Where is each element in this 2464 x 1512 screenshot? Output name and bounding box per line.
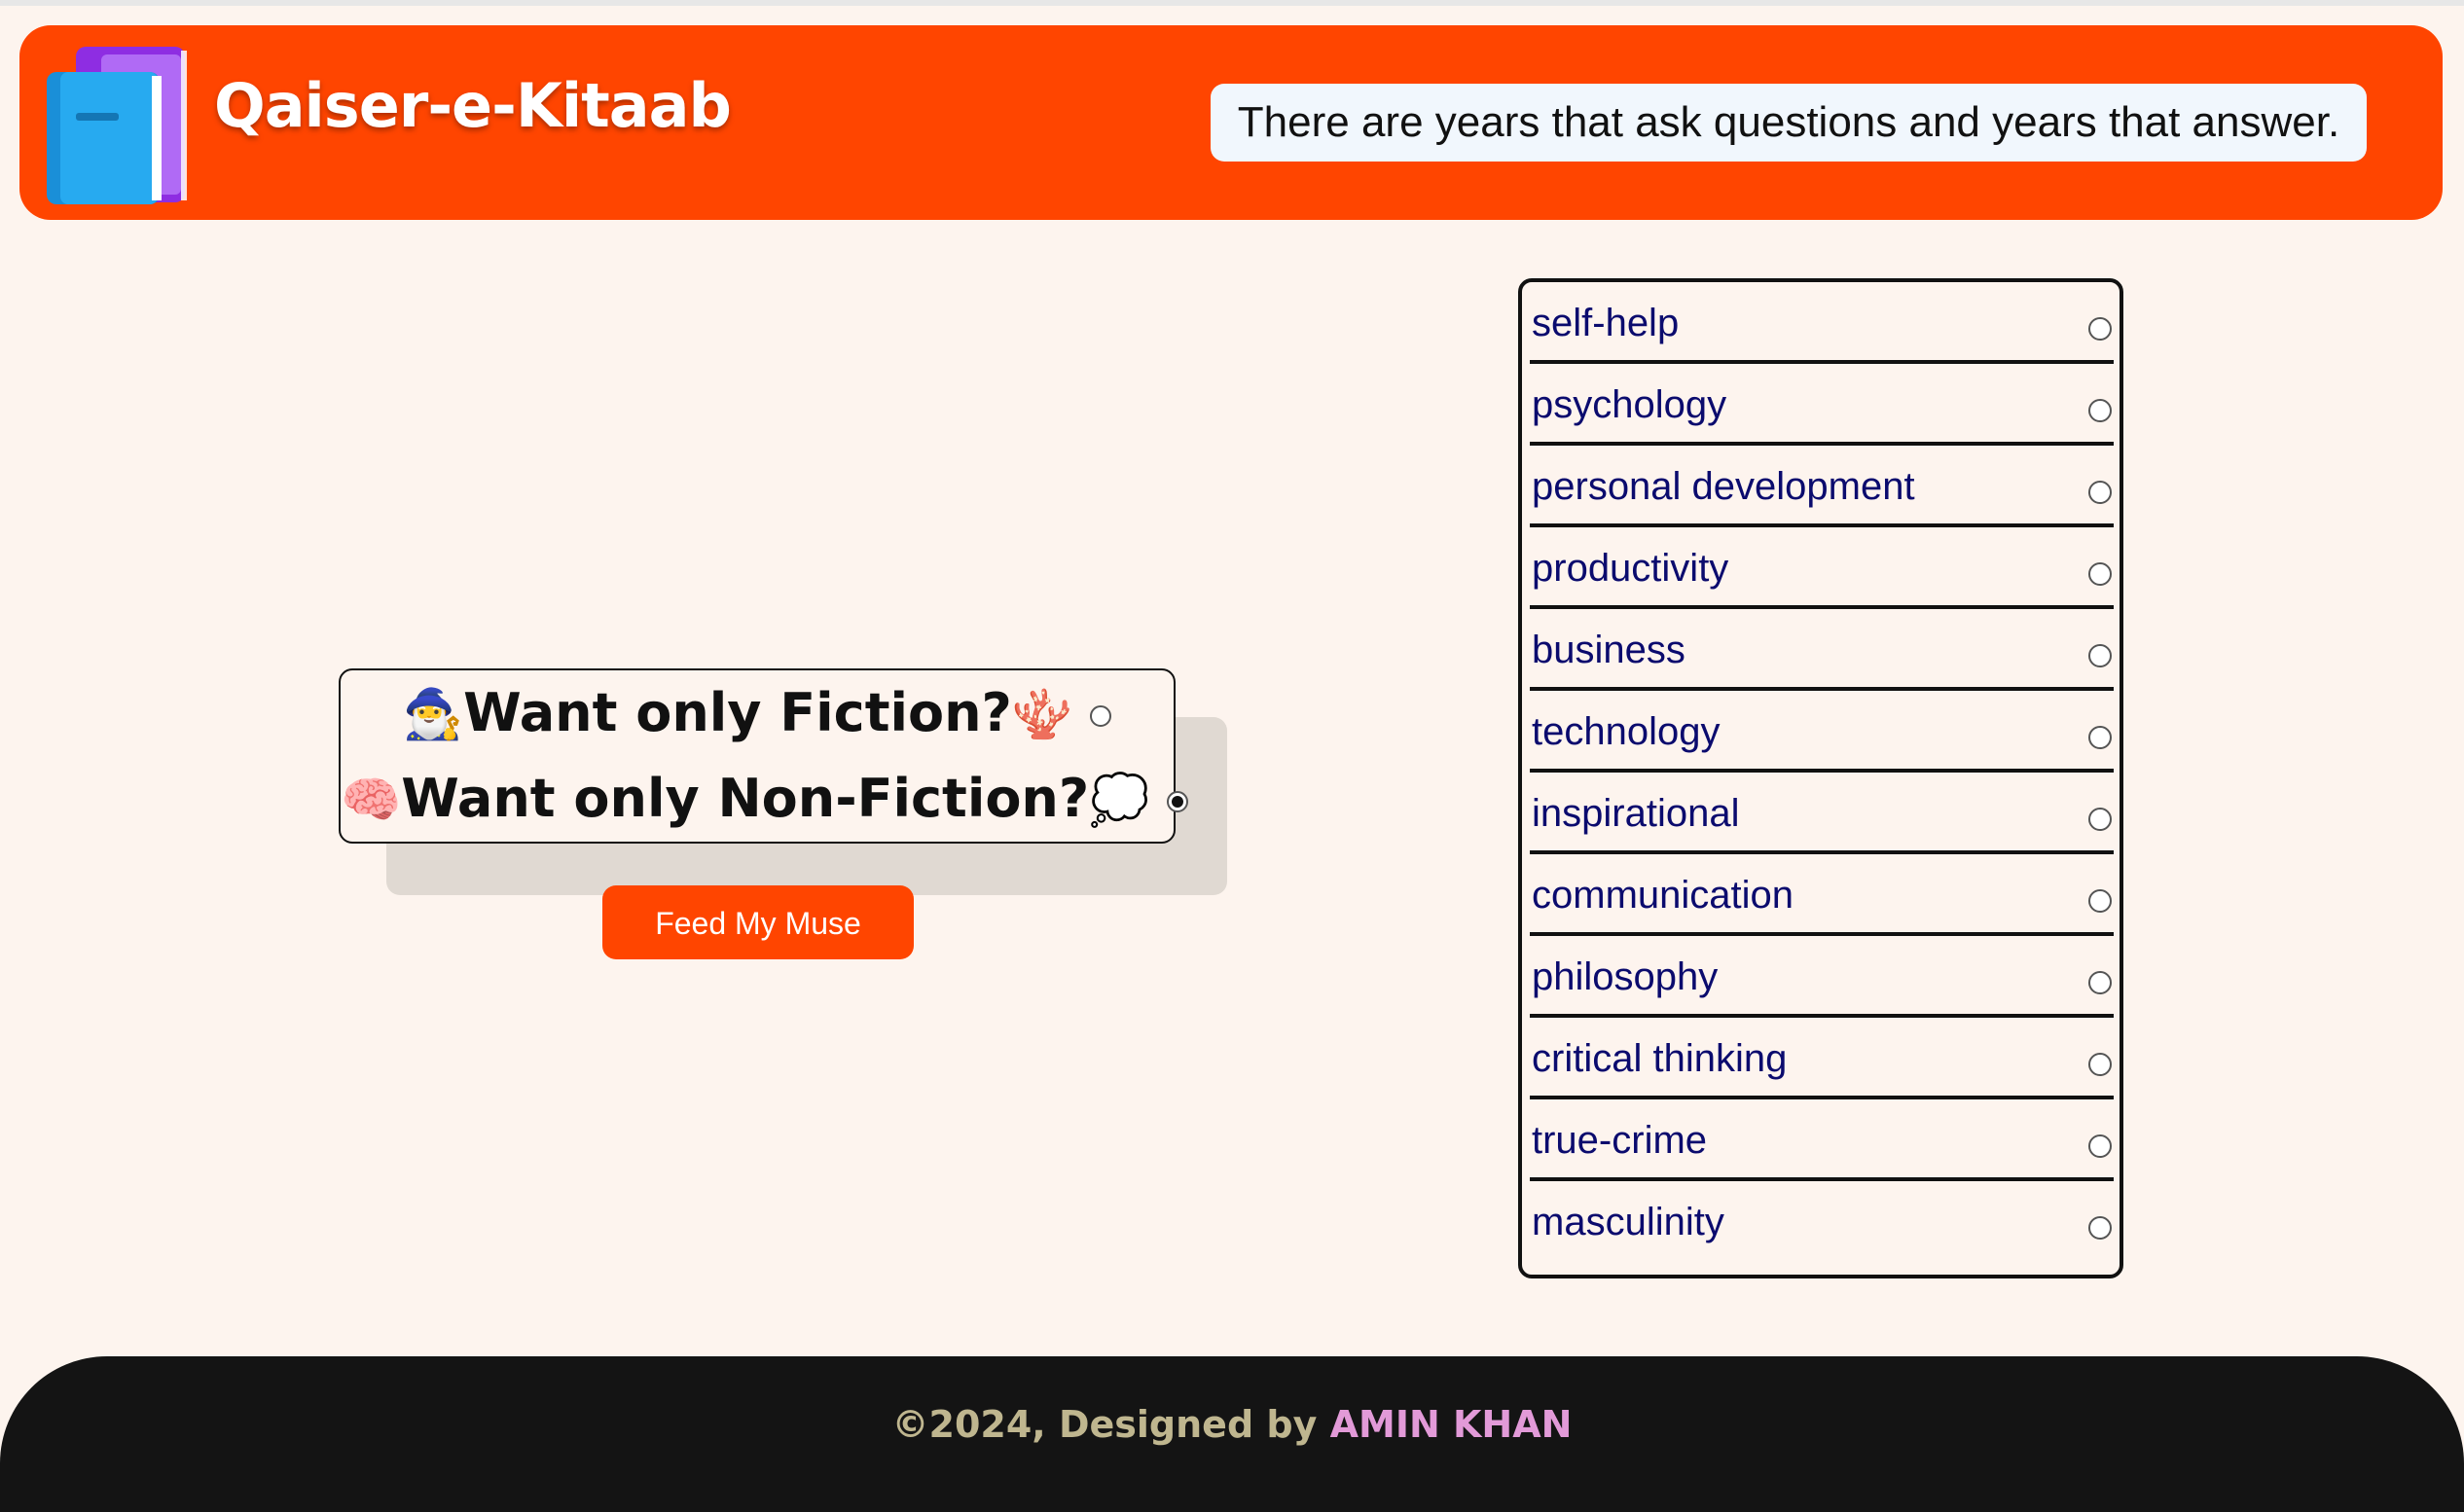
footer-credit: ©2024, Designed by AMIN KHAN xyxy=(0,1403,2464,1446)
thought-bubble-icon: 💭 xyxy=(1089,772,1150,828)
genre-radio[interactable] xyxy=(2088,399,2112,422)
fiction-choice-panel: 🧙‍♂️Want only Fiction?🪸 🧠Want only Non-F… xyxy=(339,668,1189,844)
genre-item[interactable]: business xyxy=(1530,609,2114,691)
genre-label: personal development xyxy=(1532,465,1915,508)
genre-radio[interactable] xyxy=(2088,726,2112,749)
genre-item[interactable]: technology xyxy=(1530,691,2114,773)
genre-item[interactable]: philosophy xyxy=(1530,936,2114,1018)
genre-item[interactable]: masculinity xyxy=(1530,1181,2114,1263)
genre-label: communication xyxy=(1532,874,1794,917)
genre-item[interactable]: productivity xyxy=(1530,527,2114,609)
genre-radio[interactable] xyxy=(2088,808,2112,831)
coral-icon: 🪸 xyxy=(1011,686,1073,742)
genre-list: self-help psychology personal development p… xyxy=(1518,278,2123,1278)
quote-box: There are years that ask questions and y… xyxy=(1211,84,2367,162)
brain-icon: 🧠 xyxy=(341,772,402,828)
genre-item[interactable]: inspirational xyxy=(1530,773,2114,854)
genre-label: true-crime xyxy=(1532,1119,1708,1162)
genre-label: psychology xyxy=(1532,383,1727,426)
footer-author: AMIN KHAN xyxy=(1329,1403,1573,1446)
site-footer: ©2024, Designed by AMIN KHAN xyxy=(0,1356,2464,1512)
books-icon xyxy=(47,47,187,204)
genre-label: self-help xyxy=(1532,302,1680,344)
footer-prefix: ©2024, Designed by xyxy=(891,1403,1330,1446)
fiction-option[interactable]: 🧙‍♂️Want only Fiction?🪸 xyxy=(341,682,1174,743)
genre-radio[interactable] xyxy=(2088,317,2112,341)
genre-label: inspirational xyxy=(1532,792,1740,835)
genre-label: masculinity xyxy=(1532,1201,1724,1243)
genre-label: critical thinking xyxy=(1532,1037,1788,1080)
genre-item[interactable]: communication xyxy=(1530,854,2114,936)
fiction-radio[interactable] xyxy=(1090,705,1112,728)
genre-radio[interactable] xyxy=(2088,644,2112,667)
genre-label: business xyxy=(1532,629,1685,671)
genre-item[interactable]: psychology xyxy=(1530,364,2114,446)
site-title: Qaiser-e-Kitaab xyxy=(214,70,732,141)
genre-radio[interactable] xyxy=(2088,1053,2112,1076)
genre-radio[interactable] xyxy=(2088,1216,2112,1240)
genre-item[interactable]: self-help xyxy=(1530,282,2114,364)
top-border xyxy=(0,0,2464,6)
genre-radio[interactable] xyxy=(2088,1134,2112,1158)
genre-label: productivity xyxy=(1532,547,1729,590)
genre-radio[interactable] xyxy=(2088,971,2112,994)
fiction-option-label: Want only Fiction? xyxy=(463,682,1012,743)
nonfiction-option-label: Want only Non-Fiction? xyxy=(401,768,1090,829)
genre-radio[interactable] xyxy=(2088,562,2112,586)
genre-item[interactable]: true-crime xyxy=(1530,1099,2114,1181)
genre-radio[interactable] xyxy=(2088,481,2112,504)
genre-item[interactable]: critical thinking xyxy=(1530,1018,2114,1099)
wizard-icon: 🧙‍♂️ xyxy=(402,686,464,742)
genre-label: technology xyxy=(1532,710,1721,753)
nonfiction-option[interactable]: 🧠Want only Non-Fiction?💭 xyxy=(341,768,1189,829)
site-header: Qaiser-e-Kitaab There are years that ask… xyxy=(19,25,2443,220)
genre-label: philosophy xyxy=(1532,955,1719,998)
genre-item[interactable]: personal development xyxy=(1530,446,2114,527)
genre-radio[interactable] xyxy=(2088,889,2112,913)
feed-my-muse-button[interactable]: Feed My Muse xyxy=(602,885,914,959)
